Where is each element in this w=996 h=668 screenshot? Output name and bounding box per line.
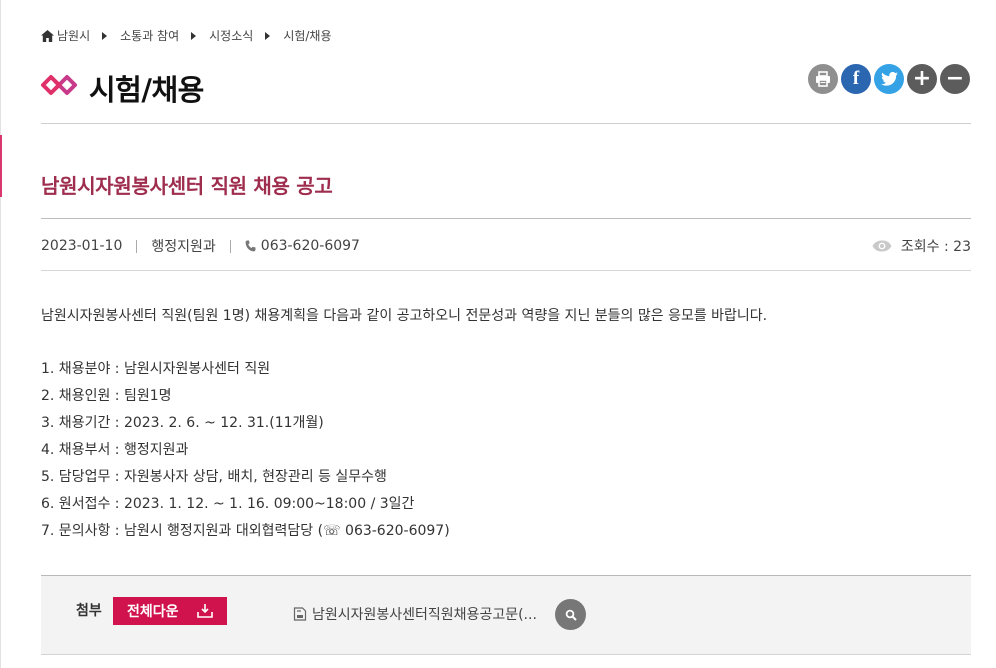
file-icon: [293, 607, 307, 621]
list-item: 5. 담당업무 : 자원봉사자 상담, 배치, 현장관리 등 실무수행: [41, 469, 387, 485]
share-toolbar: f + −: [805, 64, 970, 94]
eye-icon: [872, 240, 892, 252]
breadcrumb-home[interactable]: 남원시: [41, 27, 90, 44]
breadcrumb-item[interactable]: 소통과 참여: [120, 27, 179, 44]
article-phone: 063-620-6097: [260, 238, 360, 254]
home-icon: [41, 29, 54, 42]
breadcrumb-arrow-icon: [102, 31, 108, 40]
recruitment-details: 1. 채용분야 : 남원시자원봉사센터 직원 2. 채용인원 : 팀원1명 3.…: [41, 359, 971, 548]
list-item: 2. 채용인원 : 팀원1명: [41, 388, 172, 404]
attachments-label: 첨부: [76, 603, 102, 619]
download-all-label: 전체다운: [127, 604, 179, 620]
breadcrumb-current[interactable]: 시험/채용: [283, 27, 331, 44]
left-border: [0, 0, 1, 668]
title-row: 시험/채용 f + −: [41, 64, 971, 112]
view-count: 조회수 : 23: [900, 239, 971, 255]
meta-separator: [229, 239, 231, 253]
attachment-file-name: 남원시자원봉사센터직원채용공고문(...: [312, 607, 537, 623]
print-button[interactable]: [808, 64, 838, 94]
phone-icon: [245, 240, 256, 252]
left-accent-bar: [0, 135, 2, 197]
breadcrumb-label: 남원시: [57, 29, 91, 43]
article-intro: 남원시자원봉사센터 직원(팀원 1명) 채용계획을 다음과 같이 공고하오니 전…: [41, 308, 768, 324]
facebook-icon: f: [852, 68, 860, 89]
meta-separator: [136, 239, 138, 253]
divider: [41, 123, 971, 124]
list-item: 7. 문의사항 : 남원시 행정지원과 대외협력담당 (☏ 063-620-60…: [41, 523, 450, 539]
article-title: 남원시자원봉사센터 직원 채용 공고: [41, 174, 333, 198]
twitter-icon: [880, 72, 898, 86]
breadcrumb: 남원시 소통과 참여 시정소식 시험/채용: [41, 27, 332, 44]
breadcrumb-item[interactable]: 시정소식: [209, 27, 253, 44]
print-icon: [816, 71, 830, 87]
list-item: 6. 원서접수 : 2023. 1. 12. ~ 1. 16. 09:00~18…: [41, 496, 415, 512]
list-item: 4. 채용부서 : 행정지원과: [41, 442, 189, 458]
search-icon: [565, 609, 577, 621]
article-date: 2023-01-10: [41, 238, 123, 254]
page-title: 시험/채용: [89, 73, 204, 107]
download-all-button[interactable]: 전체다운: [113, 597, 227, 625]
article-body: 남원시자원봉사센터 직원(팀원 1명) 채용계획을 다음과 같이 공고하오니 전…: [41, 305, 971, 548]
article-meta: 2023-01-10 행정지원과 063-620-6097 조회수 : 23: [41, 236, 971, 256]
zoom-in-icon: +: [912, 66, 932, 91]
zoom-out-button[interactable]: −: [940, 64, 970, 94]
attachment-file-link[interactable]: 남원시자원봉사센터직원채용공고문(...: [293, 604, 537, 624]
zoom-in-button[interactable]: +: [907, 64, 937, 94]
divider: [41, 270, 971, 271]
title-logo-icon: [41, 75, 77, 95]
breadcrumb-arrow-icon: [191, 31, 197, 40]
list-item: 3. 채용기간 : 2023. 2. 6. ~ 12. 31.(11개월): [41, 415, 324, 431]
list-item: 1. 채용분야 : 남원시자원봉사센터 직원: [41, 361, 271, 377]
article-department: 행정지원과: [151, 239, 216, 255]
twitter-share-button[interactable]: [874, 64, 904, 94]
facebook-share-button[interactable]: f: [841, 64, 871, 94]
zoom-out-icon: −: [945, 66, 965, 91]
divider: [41, 218, 971, 219]
attachments-panel: 첨부 전체다운 남원시자원봉사센터직원채용공고문(...: [41, 575, 971, 655]
preview-button[interactable]: [555, 599, 586, 630]
download-icon: [197, 604, 213, 618]
breadcrumb-arrow-icon: [265, 31, 271, 40]
